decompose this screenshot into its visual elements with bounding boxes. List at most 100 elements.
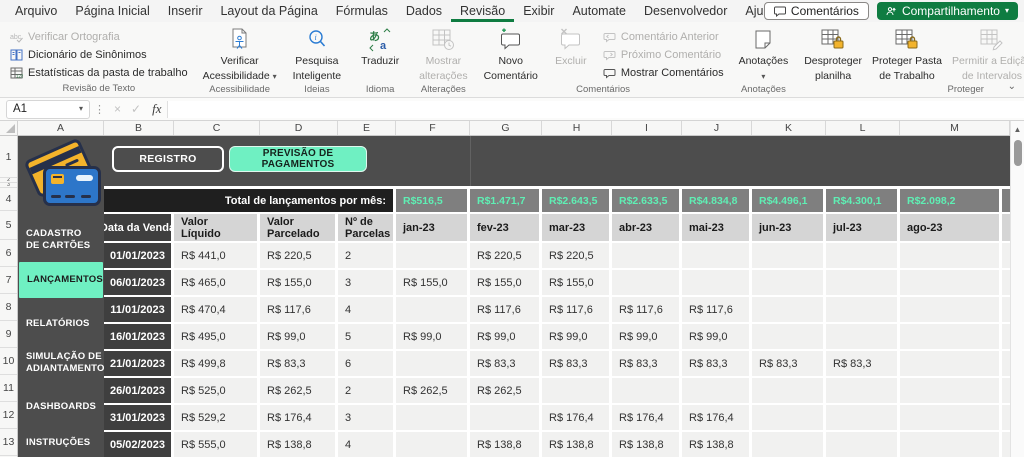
cell-jan-23[interactable] xyxy=(396,297,470,324)
total-cell-ago-23[interactable]: R$2.098,2 xyxy=(900,189,1002,214)
row-header-11[interactable]: 11 xyxy=(0,375,17,402)
total-cell-fev-23[interactable]: R$1.471,7 xyxy=(470,189,542,214)
anotacoes-button[interactable]: Anotações ▾ xyxy=(734,24,794,83)
column-header-g[interactable]: G xyxy=(470,121,542,135)
desproteger-planilha-button[interactable]: Desproteger planilha xyxy=(799,24,867,83)
cell-abr-23[interactable]: R$ 99,0 xyxy=(612,324,682,351)
cell-abr-23[interactable] xyxy=(612,243,682,270)
traduzir-button[interactable]: あa Traduzir xyxy=(352,24,408,83)
row-header-9[interactable]: 9 xyxy=(0,321,17,348)
cell-clipped[interactable] xyxy=(1002,432,1010,457)
cell-mar-23[interactable]: R$ 220,5 xyxy=(542,243,612,270)
column-header-a[interactable]: A xyxy=(18,121,104,135)
cell-jun-23[interactable] xyxy=(752,378,826,405)
row-header-8[interactable]: 8 xyxy=(0,294,17,321)
column-title-n-de-parcelas[interactable]: Nº de Parcelas xyxy=(338,214,396,243)
cell-fev-23[interactable] xyxy=(470,405,542,432)
cell-fev-23[interactable]: R$ 220,5 xyxy=(470,243,542,270)
cell-jan-23[interactable] xyxy=(396,243,470,270)
cell-parcelas[interactable]: 3 xyxy=(338,270,396,297)
cell-date[interactable]: 26/01/2023 xyxy=(104,378,174,405)
total-cell-mar-23[interactable]: R$2.643,5 xyxy=(542,189,612,214)
cell-jul-23[interactable] xyxy=(826,297,900,324)
name-box[interactable]: A1 ▾ xyxy=(6,100,90,119)
menu-tab-desenvolvedor[interactable]: Desenvolvedor xyxy=(635,0,736,22)
cell-clipped[interactable] xyxy=(1002,243,1010,270)
cell-valor-parcelado[interactable]: R$ 155,0 xyxy=(260,270,338,297)
total-cell-clipped[interactable] xyxy=(1002,189,1010,214)
total-row-label[interactable]: Total de lançamentos por mês: xyxy=(104,189,396,214)
cell-valor-liquido[interactable]: R$ 470,4 xyxy=(174,297,260,324)
cell-abr-23[interactable]: R$ 83,3 xyxy=(612,351,682,378)
column-title-valor-parcelado[interactable]: Valor Parcelado xyxy=(260,214,338,243)
menu-tab-revisao[interactable]: Revisão xyxy=(451,0,514,22)
verificar-acessibilidade-button[interactable]: Verificar Acessibilidade ▾ xyxy=(198,24,282,83)
scrollbar-thumb[interactable] xyxy=(1014,140,1022,166)
menu-tab-arquivo[interactable]: Arquivo xyxy=(6,0,66,22)
cell-parcelas[interactable]: 4 xyxy=(338,297,396,324)
cell-abr-23[interactable]: R$ 138,8 xyxy=(612,432,682,457)
cell-mai-23[interactable]: R$ 176,4 xyxy=(682,405,752,432)
column-header-i[interactable]: I xyxy=(612,121,682,135)
cell-valor-parcelado[interactable]: R$ 176,4 xyxy=(260,405,338,432)
column-header-d[interactable]: D xyxy=(260,121,338,135)
month-header-clipped[interactable] xyxy=(1002,214,1010,243)
cell-fev-23[interactable]: R$ 262,5 xyxy=(470,378,542,405)
cell-jan-23[interactable] xyxy=(396,432,470,457)
cell-date[interactable]: 31/01/2023 xyxy=(104,405,174,432)
cell-jul-23[interactable] xyxy=(826,324,900,351)
row-header-1[interactable]: 1 xyxy=(0,136,17,178)
cell-parcelas[interactable]: 4 xyxy=(338,432,396,457)
cell-clipped[interactable] xyxy=(1002,351,1010,378)
total-cell-jan-23[interactable]: R$516,5 xyxy=(396,189,470,214)
sidebar-item-simulacao-de-adiantamentos[interactable]: SIMULAÇÃO DEADIANTAMENTOS xyxy=(18,351,104,375)
cell-valor-parcelado[interactable]: R$ 117,6 xyxy=(260,297,338,324)
month-header-jun-23[interactable]: jun-23 xyxy=(752,214,826,243)
column-header-b[interactable]: B xyxy=(104,121,174,135)
cell-date[interactable]: 16/01/2023 xyxy=(104,324,174,351)
cell-parcelas[interactable]: 3 xyxy=(338,405,396,432)
cell-mai-23[interactable]: R$ 138,8 xyxy=(682,432,752,457)
cell-abr-23[interactable]: R$ 176,4 xyxy=(612,405,682,432)
cell-valor-parcelado[interactable]: R$ 262,5 xyxy=(260,378,338,405)
month-header-jul-23[interactable]: jul-23 xyxy=(826,214,900,243)
cell-valor-parcelado[interactable]: R$ 220,5 xyxy=(260,243,338,270)
cell-ago-23[interactable] xyxy=(900,243,1002,270)
cell-mai-23[interactable] xyxy=(682,243,752,270)
cell-mar-23[interactable]: R$ 99,0 xyxy=(542,324,612,351)
cell-date[interactable]: 01/01/2023 xyxy=(104,243,174,270)
row-header-4[interactable]: 4 xyxy=(0,188,17,211)
cell-jun-23[interactable] xyxy=(752,243,826,270)
cell-ago-23[interactable] xyxy=(900,351,1002,378)
row-header-5[interactable]: 5 xyxy=(0,211,17,240)
previsao-pagamentos-button[interactable]: PREVISÃO DE PAGAMENTOS xyxy=(229,146,367,172)
column-header-c[interactable]: C xyxy=(174,121,260,135)
menu-tab-dados[interactable]: Dados xyxy=(397,0,451,22)
comments-button[interactable]: Comentários xyxy=(764,2,869,20)
column-header-k[interactable]: K xyxy=(752,121,826,135)
month-header-mai-23[interactable]: mai-23 xyxy=(682,214,752,243)
column-header-j[interactable]: J xyxy=(682,121,752,135)
cell-mar-23[interactable]: R$ 117,6 xyxy=(542,297,612,324)
cell-date[interactable]: 05/02/2023 xyxy=(104,432,174,457)
cell-valor-liquido[interactable]: R$ 529,2 xyxy=(174,405,260,432)
novo-comentario-button[interactable]: Novo Comentário xyxy=(479,24,543,83)
cell-valor-liquido[interactable]: R$ 441,0 xyxy=(174,243,260,270)
insert-function-icon[interactable]: fx xyxy=(152,101,161,117)
cell-jan-23[interactable] xyxy=(396,351,470,378)
cell-fev-23[interactable]: R$ 155,0 xyxy=(470,270,542,297)
total-cell-jun-23[interactable]: R$4.496,1 xyxy=(752,189,826,214)
total-cell-jul-23[interactable]: R$4.300,1 xyxy=(826,189,900,214)
cell-jul-23[interactable] xyxy=(826,405,900,432)
row-header-13[interactable]: 13 xyxy=(0,429,17,456)
cell-ago-23[interactable] xyxy=(900,324,1002,351)
menu-tab-layout-da-pagina[interactable]: Layout da Página xyxy=(211,0,326,22)
dicionario-sinonimos-button[interactable]: Dicionário de Sinônimos xyxy=(6,46,192,64)
column-title-valor-liquido[interactable]: Valor Líquido xyxy=(174,214,260,243)
menu-tab-automate[interactable]: Automate xyxy=(563,0,635,22)
formula-bar-handle[interactable]: ⋮ xyxy=(94,103,105,116)
pesquisa-inteligente-button[interactable]: i Pesquisa Inteligente xyxy=(288,24,346,83)
cell-mai-23[interactable]: R$ 99,0 xyxy=(682,324,752,351)
cell-ago-23[interactable] xyxy=(900,297,1002,324)
row-header-12[interactable]: 12 xyxy=(0,402,17,429)
